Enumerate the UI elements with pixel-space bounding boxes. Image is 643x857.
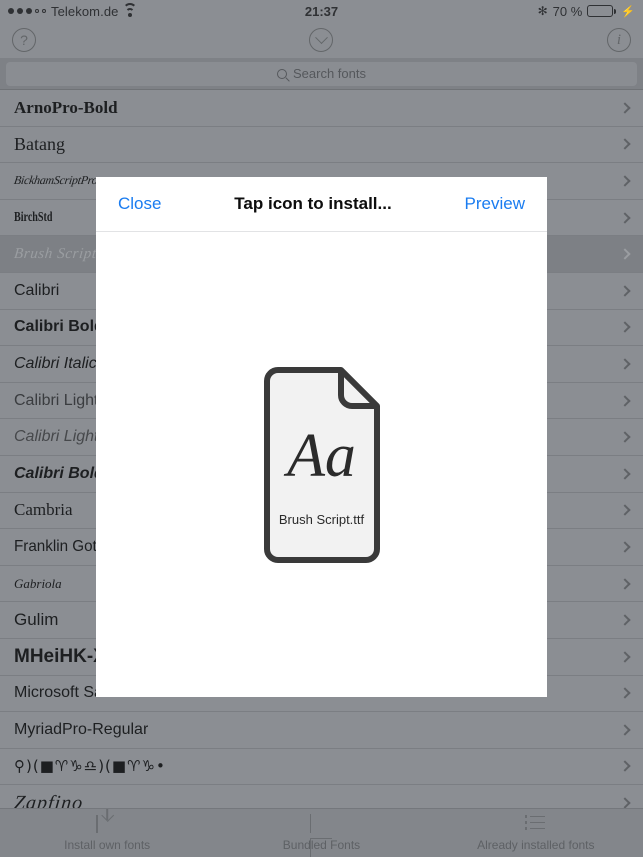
status-bar: Telekom.de 21:37 ✻ 70 % ⚡ (0, 0, 643, 22)
chevron-right-icon (619, 102, 631, 114)
search-bar: Search fonts (0, 58, 643, 90)
toolbar-center-slot (218, 28, 424, 52)
search-placeholder: Search fonts (293, 66, 366, 81)
chevron-right-icon (619, 285, 631, 297)
document-file-icon[interactable]: Aa Brush Script.ttf (258, 366, 386, 563)
font-name-label: ⚲)(■♈♑♎)(■♈♑• (14, 757, 166, 776)
chevron-right-icon (619, 760, 631, 773)
chevron-right-icon (619, 504, 631, 516)
signal-strength-icon (8, 8, 46, 14)
modal-body: Aa Brush Script.ttf (96, 232, 547, 697)
chevron-down-circle-button[interactable] (309, 28, 334, 52)
font-sample-text: Aa (287, 421, 356, 490)
tab-install-own-fonts[interactable]: Install own fonts (0, 808, 214, 852)
tab-label: Bundled Fonts (282, 837, 361, 852)
tab-already-installed-fonts[interactable]: Already installed fonts (429, 815, 643, 852)
chevron-right-icon (619, 211, 631, 224)
battery-icon (587, 5, 617, 17)
chevron-right-icon (619, 468, 631, 480)
wifi-icon (123, 2, 138, 17)
chevron-down-icon (315, 30, 328, 44)
carrier-label: Telekom.de (51, 3, 119, 19)
list-icon (524, 815, 547, 835)
chevron-right-icon (619, 541, 631, 553)
bottom-tab-bar: Install own fonts Bundled Fonts Already … (0, 808, 643, 857)
tab-bundled-fonts[interactable]: Bundled Fonts (214, 813, 428, 857)
question-mark-icon: ? (20, 32, 28, 48)
chevron-right-icon (619, 321, 631, 334)
charging-bolt-icon: ⚡ (621, 5, 635, 18)
font-name-label: Gulim (14, 610, 59, 630)
font-list-row[interactable]: ArnoPro-Bold (0, 90, 643, 127)
info-button[interactable]: i (606, 28, 631, 52)
font-name-label: MyriadPro-Regular (14, 720, 149, 738)
modal-preview-button[interactable]: Preview (465, 194, 525, 214)
toolbar-left-slot: ? (0, 28, 218, 52)
font-name-label: Calibri Light (14, 391, 99, 409)
font-name-label: Cambria (14, 500, 73, 520)
toolbar-right-slot: i (425, 28, 643, 52)
install-font-modal: Close Tap icon to install... Preview Aa … (96, 177, 547, 697)
help-button[interactable]: ? (12, 28, 36, 52)
modal-header: Close Tap icon to install... Preview (96, 177, 547, 232)
font-name-label: Gabriola (14, 575, 62, 591)
chevron-right-icon (619, 724, 631, 736)
status-bar-left: Telekom.de (8, 2, 305, 19)
status-bar-center: 21:37 (305, 4, 338, 19)
status-bar-right: ✻ 70 % ⚡ (338, 4, 635, 19)
chevron-right-icon (619, 577, 631, 590)
font-list-row[interactable]: Zapfino (0, 785, 643, 808)
font-list-row[interactable]: MyriadPro-Regular (0, 712, 643, 749)
font-name-label: Calibri Italic (14, 354, 97, 372)
bluetooth-icon: ✻ (537, 4, 548, 18)
font-name-label: Calibri (14, 281, 60, 299)
chevron-right-icon (619, 687, 631, 699)
font-list-row[interactable]: Batang (0, 127, 643, 164)
chevron-right-icon (619, 431, 631, 443)
font-name-label: Calibri Bold (14, 318, 104, 336)
modal-title: Tap icon to install... (234, 194, 392, 213)
clock-label: 21:37 (304, 3, 339, 19)
chevron-right-icon (619, 651, 631, 663)
chevron-right-icon (619, 797, 631, 808)
app-screen: Telekom.de 21:37 ✻ 70 % ⚡ ? i Search fon… (0, 0, 643, 857)
font-name-label: ArnoPro-Bold (14, 97, 118, 117)
chevron-right-icon (619, 358, 631, 370)
font-list-row[interactable]: ⚲)(■♈♑♎)(■♈♑• (0, 749, 643, 786)
tab-label: Install own fonts (64, 837, 151, 852)
font-name-label: Batang (14, 133, 65, 154)
download-icon (96, 808, 118, 835)
top-toolbar: ? i (0, 22, 643, 58)
chevron-right-icon (619, 394, 631, 407)
font-name-label: Zapfino (12, 791, 85, 808)
chevron-right-icon (619, 175, 631, 187)
battery-percent-label: 70 % (552, 3, 583, 19)
info-icon: i (616, 31, 622, 48)
chevron-right-icon (619, 138, 631, 151)
font-file-name: Brush Script.ttf (278, 511, 365, 527)
search-icon (277, 68, 287, 79)
tab-label: Already installed fonts (477, 837, 595, 852)
font-name-label: BirchStd (14, 209, 53, 225)
chevron-right-icon (619, 248, 631, 260)
search-input[interactable]: Search fonts (6, 61, 637, 86)
modal-close-button[interactable]: Close (118, 194, 161, 214)
chevron-right-icon (619, 614, 631, 626)
box-icon (310, 813, 333, 857)
